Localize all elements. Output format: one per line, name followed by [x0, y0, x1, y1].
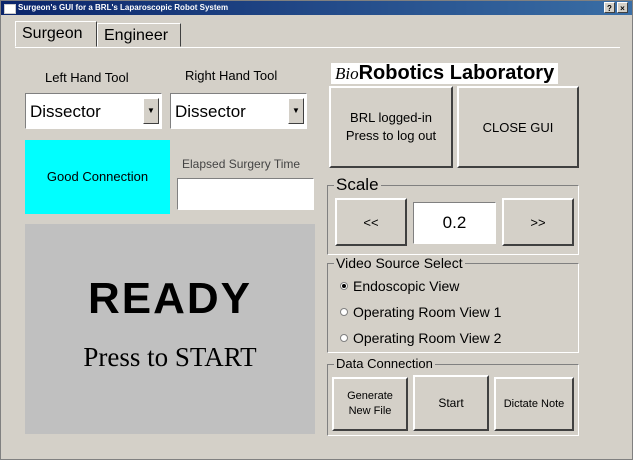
ready-title: READY: [87, 274, 253, 323]
close-gui-button[interactable]: CLOSE GUI: [457, 86, 579, 168]
video-source-label: Video Source Select: [334, 255, 465, 271]
scale-group: Scale << 0.2 >>: [327, 175, 579, 255]
app-icon: [4, 4, 16, 14]
generate-new-file-button[interactable]: Generate New File: [332, 377, 408, 431]
scale-increase-button[interactable]: >>: [502, 198, 574, 246]
start-panel[interactable]: READY Press to START: [25, 224, 315, 434]
radio-endoscopic-view[interactable]: Endoscopic View: [340, 278, 459, 294]
dictate-note-button[interactable]: Dictate Note: [494, 377, 574, 431]
surgeon-panel: Left Hand Tool Right Hand Tool Dissector…: [15, 47, 620, 448]
press-to-start-label: Press to START: [83, 342, 257, 372]
elapsed-time-label: Elapsed Surgery Time: [182, 157, 301, 171]
left-hand-tool-label: Left Hand Tool: [45, 70, 129, 85]
tab-engineer[interactable]: Engineer: [97, 23, 181, 47]
logo-text: Robotics Laboratory: [358, 62, 555, 84]
chevron-down-icon[interactable]: ▼: [143, 98, 159, 124]
help-button[interactable]: ?: [604, 2, 615, 13]
start-data-button[interactable]: Start: [413, 375, 489, 431]
radio-selected-icon: [340, 282, 348, 290]
tab-surgeon[interactable]: Surgeon: [15, 21, 97, 47]
scale-decrease-button[interactable]: <<: [335, 198, 407, 246]
connection-status: Good Connection: [25, 140, 170, 214]
logo-bio: Bio: [335, 64, 359, 83]
radio-unselected-icon: [340, 308, 348, 316]
radio-operating-room-view-2[interactable]: Operating Room View 2: [340, 330, 501, 346]
left-tool-select[interactable]: Dissector ▼: [25, 93, 162, 129]
login-button-label: BRL logged-in Press to log out: [345, 110, 437, 143]
radio-operating-room-view-1[interactable]: Operating Room View 1: [340, 304, 501, 320]
right-hand-tool-label: Right Hand Tool: [185, 68, 278, 83]
data-connection-group: Data Connection Generate New File Start …: [327, 356, 579, 436]
main-window: Surgeon's GUI for a BRL's Laparoscopic R…: [0, 0, 633, 460]
close-window-button[interactable]: ×: [617, 2, 628, 13]
radio-label: Endoscopic View: [353, 278, 460, 294]
login-logout-button[interactable]: BRL logged-in Press to log out: [329, 86, 453, 168]
generate-new-file-label: Generate New File: [347, 390, 393, 417]
right-tool-value: Dissector: [175, 102, 246, 121]
right-tool-select[interactable]: Dissector ▼: [170, 93, 307, 129]
radio-unselected-icon: [340, 334, 348, 342]
left-tool-value: Dissector: [30, 102, 101, 121]
radio-label: Operating Room View 1: [353, 304, 502, 320]
scale-value: 0.2: [413, 202, 496, 244]
title-bar: Surgeon's GUI for a BRL's Laparoscopic R…: [1, 1, 632, 15]
data-connection-label: Data Connection: [334, 356, 435, 371]
video-source-group: Video Source Select Endoscopic View Oper…: [327, 255, 579, 353]
window-title: Surgeon's GUI for a BRL's Laparoscopic R…: [18, 3, 229, 12]
scale-label: Scale: [334, 175, 381, 195]
elapsed-time-field: [177, 178, 314, 210]
chevron-down-icon[interactable]: ▼: [288, 98, 304, 124]
biorobotics-logo: BioRobotics Laboratory: [331, 62, 559, 84]
radio-label: Operating Room View 2: [353, 330, 502, 346]
